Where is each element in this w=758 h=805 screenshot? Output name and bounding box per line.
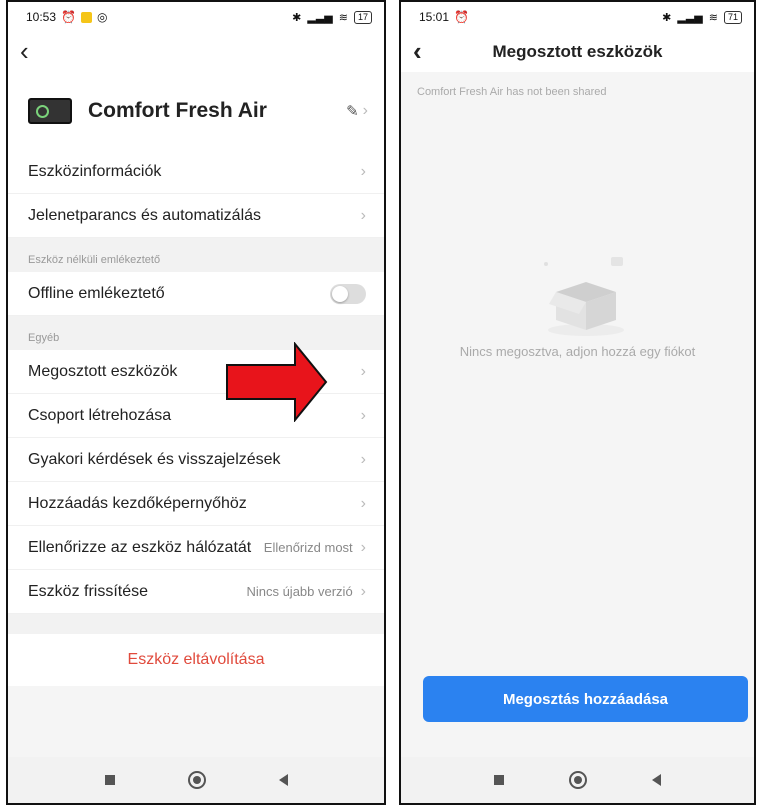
alarm-icon: ⏰ (454, 10, 469, 24)
chevron-right-icon: › (360, 206, 366, 224)
nav-home-icon[interactable] (568, 771, 587, 789)
section-offline-header: Eszköz nélküli emlékeztető (8, 238, 384, 272)
status-time: 10:53 (26, 10, 57, 24)
row-label: Gyakori kérdések és visszajelzések (28, 450, 281, 468)
nav-bar (401, 757, 754, 803)
wifi-icon: ≋ (708, 11, 718, 24)
row-add-home-screen[interactable]: Hozzáadás kezdőképernyőhöz › (8, 482, 384, 526)
left-phone-screen: 10:53 ⏰ ◎ ✱ ▂▃▅ ≋ 17 ‹ Comfort Fresh Air… (6, 0, 386, 805)
bluetooth-icon: ✱ (292, 11, 302, 24)
row-label: Offline emlékeztető (28, 284, 165, 302)
device-name: Comfort Fresh Air (88, 99, 267, 122)
nav-square-icon[interactable] (104, 775, 115, 785)
back-arrow-icon[interactable]: ‹ (20, 38, 29, 64)
nav-square-icon[interactable] (493, 775, 504, 785)
chevron-right-icon: › (360, 362, 366, 380)
battery-icon: 17 (353, 10, 372, 24)
nav-home-icon[interactable] (187, 771, 206, 789)
row-label: Eszközinformációk (28, 162, 162, 180)
chevron-right-icon: › (362, 102, 368, 119)
remove-device-button[interactable]: Eszköz eltávolítása (8, 634, 384, 686)
empty-box-icon (544, 257, 624, 336)
nav-back-icon[interactable] (652, 774, 662, 786)
device-icon (28, 98, 72, 124)
row-label: Eszköz frissítése (28, 582, 149, 600)
row-value: Nincs újabb verzió (246, 584, 353, 599)
title-bar: ‹ Megosztott eszközök (401, 32, 754, 72)
not-shared-note: Comfort Fresh Air has not been shared (417, 86, 607, 98)
chevron-right-icon: › (360, 450, 366, 468)
row-check-network[interactable]: Ellenőrizze az eszköz hálózatát Ellenőri… (8, 526, 384, 570)
status-bar: 10:53 ⏰ ◎ ✱ ▂▃▅ ≋ 17 (8, 2, 384, 32)
red-arrow-annotation (226, 342, 328, 422)
row-label: Hozzáadás kezdőképernyőhöz (28, 494, 247, 512)
row-value: Ellenőrizd most (263, 540, 353, 555)
edit-icon[interactable]: ✎ (346, 102, 359, 120)
chevron-right-icon: › (360, 538, 366, 556)
row-device-update[interactable]: Eszköz frissítése Nincs újabb verzió › (8, 570, 384, 614)
toggle-icon[interactable] (330, 283, 366, 304)
signal-icon: ▂▃▅ (307, 11, 333, 24)
back-arrow-icon[interactable]: ‹ (413, 38, 422, 64)
device-header[interactable]: Comfort Fresh Air ✎ › (8, 72, 384, 150)
chevron-right-icon: › (360, 406, 366, 424)
chevron-right-icon: › (360, 494, 366, 512)
row-label: Ellenőrizze az eszköz hálózatát (28, 538, 252, 556)
empty-message: Nincs megosztva, adjon hozzá egy fiókot (459, 344, 696, 359)
row-device-info[interactable]: Eszközinformációk › (8, 150, 384, 194)
app-icon: ◎ (96, 10, 108, 24)
top-bar: ‹ (8, 32, 384, 72)
wifi-icon: ≋ (338, 11, 348, 24)
add-share-button[interactable]: Megosztás hozzáadása (423, 676, 748, 722)
right-phone-screen: 15:01 ⏰ ✱ ▂▃▅ ≋ 71 ‹ Megosztott eszközök… (399, 0, 756, 805)
row-scene-automation[interactable]: Jelenetparancs és automatizálás › (8, 194, 384, 238)
status-bar: 15:01 ⏰ ✱ ▂▃▅ ≋ 71 (401, 2, 754, 32)
nav-back-icon[interactable] (278, 774, 288, 786)
row-faq-feedback[interactable]: Gyakori kérdések és visszajelzések › (8, 438, 384, 482)
status-time: 15:01 (419, 10, 450, 24)
signal-icon: ▂▃▅ (677, 11, 703, 24)
row-offline-reminder: Offline emlékeztető (8, 272, 384, 316)
chevron-right-icon: › (360, 582, 366, 600)
row-label: Jelenetparancs és automatizálás (28, 206, 262, 224)
alarm-icon: ⏰ (61, 10, 76, 24)
notification-icon (80, 11, 92, 23)
bluetooth-icon: ✱ (662, 11, 672, 24)
battery-icon: 71 (723, 10, 742, 24)
shared-devices-content: Comfort Fresh Air has not been shared Ni… (401, 72, 754, 722)
page-title: Megosztott eszközök (492, 42, 663, 61)
spacer (8, 614, 384, 634)
chevron-right-icon: › (360, 162, 366, 180)
nav-bar (8, 757, 384, 803)
